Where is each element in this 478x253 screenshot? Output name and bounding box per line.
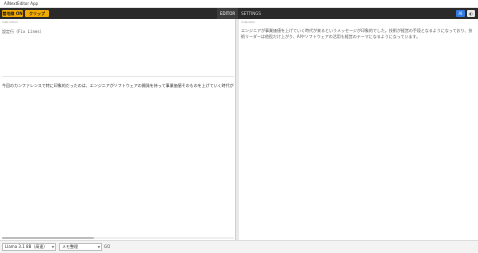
chevron-down-icon: ▼	[97, 245, 100, 249]
clip-toggle-button[interactable]: クリップ ON	[25, 10, 49, 23]
horizontal-scrollbar[interactable]	[2, 237, 234, 239]
output-pane: output/ai エンジニアが事業価値を上げていく時代が来るというメッセージが…	[239, 19, 478, 240]
input-pane: instruction 設定行（Fix Lines） 今回のカンファレンスで特に…	[0, 19, 236, 240]
theme-toggle-icon[interactable]: ◐	[467, 10, 475, 17]
settings-text: 設定行（Fix Lines）	[2, 29, 44, 34]
model-select[interactable]: Llama 3.1 8B（高速） ▼	[2, 243, 56, 251]
top-toolbar: 着地線 ON クリップ ON EDITOR SETTINGS AI ◐	[0, 8, 478, 23]
editor-text-line[interactable]: 今回のカンファレンスで特に印象的だったのは、エンジニアがソフトウェアの開発を持っ…	[2, 83, 234, 89]
bottom-bar: Llama 3.1 8B（高速） ▼ メモ整理 ▼ GO	[0, 240, 478, 253]
guide-line-toggle-button[interactable]: 着地線 ON	[2, 10, 23, 17]
mode-select[interactable]: メモ整理 ▼	[59, 243, 102, 251]
settings-input-area[interactable]: 設定行（Fix Lines）	[2, 27, 234, 77]
mode-select-value: メモ整理	[62, 244, 78, 249]
go-button[interactable]: GO	[104, 243, 110, 251]
tab-settings[interactable]: SETTINGS	[238, 8, 264, 19]
output-pane-label: output/ai	[241, 20, 255, 24]
ai-response-text: エンジニアが事業価値を上げていく時代が来るというメッセージが印象的でした。技術が…	[241, 28, 473, 39]
ai-badge-button[interactable]: AI	[456, 10, 465, 17]
model-select-value: Llama 3.1 8B（高速）	[5, 244, 48, 249]
window-title: AiNextEditor App	[0, 0, 478, 8]
chevron-down-icon: ▼	[51, 245, 54, 249]
scrollbar-thumb[interactable]	[2, 237, 94, 239]
tab-editor[interactable]: EDITOR	[217, 8, 239, 19]
tab-bar: EDITOR SETTINGS	[217, 8, 264, 19]
input-pane-label: instruction	[2, 20, 19, 24]
